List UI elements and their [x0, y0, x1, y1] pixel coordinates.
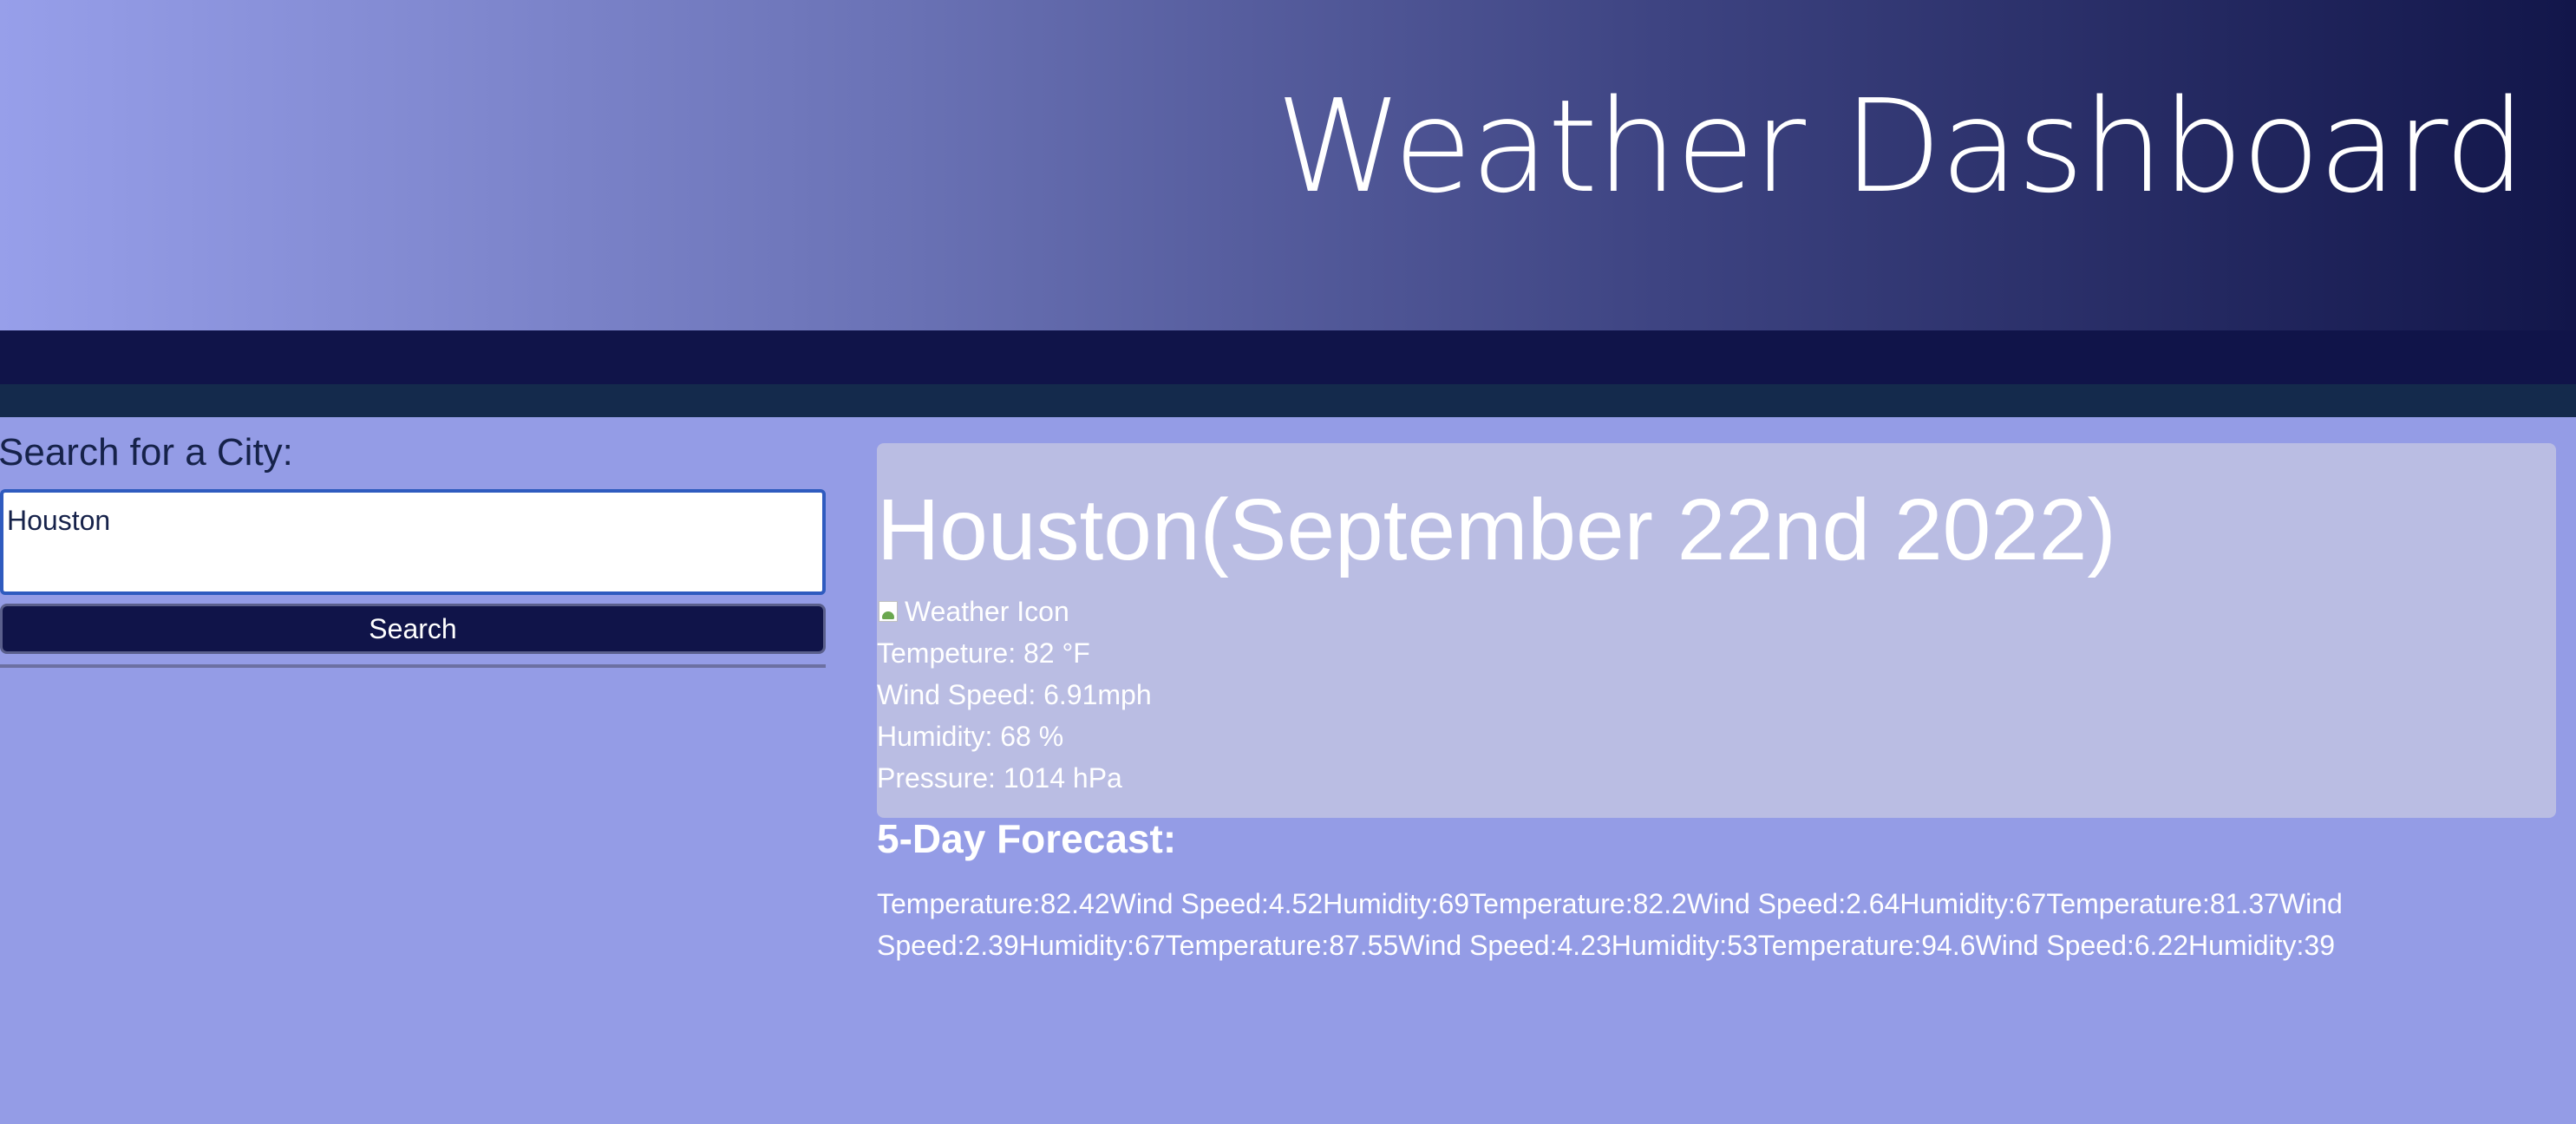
forecast-text-line-1: Temperature:82.42Wind Speed:4.52Humidity… [877, 888, 2343, 919]
search-label: Search for a City: [0, 431, 293, 474]
forecast-title: 5-Day Forecast: [877, 816, 1177, 861]
page-title: Weather Dashboard [1275, 72, 2526, 221]
nav-bar [0, 330, 2576, 384]
search-divider [0, 664, 826, 668]
search-button[interactable]: Search [0, 604, 826, 654]
search-panel: Search for a City: Houston Search [0, 427, 826, 668]
accent-bar [0, 384, 2576, 417]
forecast-text-line-2: Speed:2.39Humidity:67Temperature:87.55Wi… [877, 930, 2335, 961]
current-weather-card: Houston(September 22nd 2022) Weather Ico… [877, 443, 2556, 818]
current-temperature: Tempeture: 82 °F [877, 637, 1090, 669]
current-city-heading: Houston(September 22nd 2022) [877, 481, 2116, 578]
city-search-input[interactable]: Houston [0, 489, 826, 595]
current-humidity: Humidity: 68 % [877, 721, 1064, 752]
current-pressure: Pressure: 1014 hPa [877, 762, 1122, 794]
current-wind-speed: Wind Speed: 6.91mph [877, 679, 1152, 710]
page-header: Weather Dashboard [0, 0, 2576, 330]
weather-icon-alt-text: Weather Icon [905, 596, 1069, 627]
weather-dashboard-page: Weather Dashboard Search for a City: Hou… [0, 0, 2576, 1124]
broken-image-icon [877, 599, 903, 625]
weather-icon: Weather Icon [877, 596, 1069, 628]
